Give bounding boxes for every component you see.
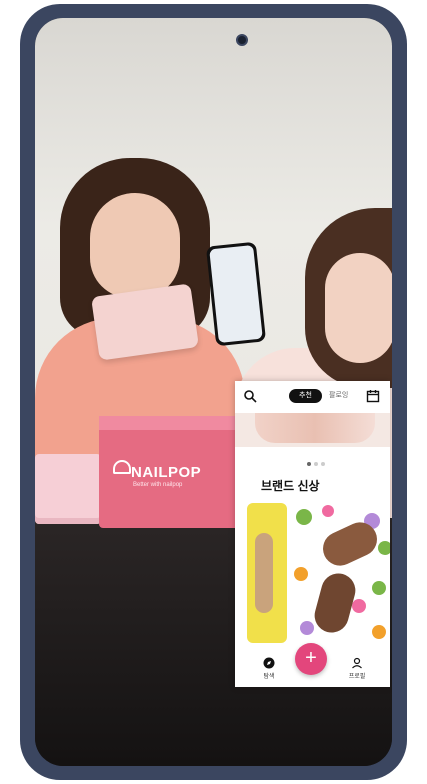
phone-screen: NAILPOP Better with nailpop 추천 팔로잉 브랜드 신… (35, 18, 392, 766)
nav-explore-label: 탐색 (263, 674, 275, 680)
bottom-nav: 탐색 + 프로필 (235, 643, 390, 687)
calendar-icon[interactable] (366, 389, 380, 403)
polka-dot (378, 541, 390, 555)
search-icon[interactable] (243, 389, 257, 403)
nailpop-logo-icon (113, 460, 131, 474)
polka-dot (372, 625, 386, 639)
left-presenter-face (90, 193, 180, 298)
phone-frame: NAILPOP Better with nailpop 추천 팔로잉 브랜드 신… (20, 4, 407, 780)
product-card[interactable] (247, 503, 287, 643)
nailpop-tagline: Better with nailpop (133, 482, 183, 488)
card-image-hand (255, 533, 273, 613)
polka-dot (322, 505, 334, 517)
polka-dot (296, 509, 312, 525)
polka-dot (300, 621, 314, 635)
nailpop-logo-text: NAILPOP (131, 464, 202, 481)
banner-image (255, 413, 375, 443)
promo-banner[interactable] (235, 413, 390, 447)
held-smartphone (205, 241, 267, 347)
pagination-dot (321, 462, 325, 466)
product-card[interactable] (292, 503, 390, 643)
polka-dot (372, 581, 386, 595)
nailpop-app-overlay: 추천 팔로잉 브랜드 신상 탐색 + 프로필 (235, 381, 390, 687)
tab-following[interactable]: 팔로잉 (329, 389, 348, 403)
nailpop-box: NAILPOP Better with nailpop (99, 416, 239, 528)
small-pink-box (35, 454, 101, 524)
nav-explore[interactable]: 탐색 (249, 657, 289, 680)
polka-dot (294, 567, 308, 581)
pagination-dot (314, 462, 318, 466)
nailpop-box-lid (99, 416, 239, 430)
right-presenter-face (325, 253, 392, 363)
section-title: 브랜드 신상 (261, 479, 320, 493)
nav-profile-label: 프로필 (348, 674, 366, 680)
banner-pagination (307, 453, 328, 471)
pagination-dot-active (307, 462, 311, 466)
add-button[interactable]: + (295, 643, 327, 675)
polka-dot (352, 599, 366, 613)
compass-icon (263, 657, 275, 669)
tab-recommended[interactable]: 추천 (289, 389, 322, 403)
held-smartphone-screen (209, 244, 263, 344)
profile-icon (352, 657, 362, 669)
front-camera (236, 34, 248, 46)
app-header: 추천 팔로잉 (235, 381, 390, 411)
nav-profile[interactable]: 프로필 (337, 657, 377, 680)
card-image-hand (310, 569, 360, 637)
